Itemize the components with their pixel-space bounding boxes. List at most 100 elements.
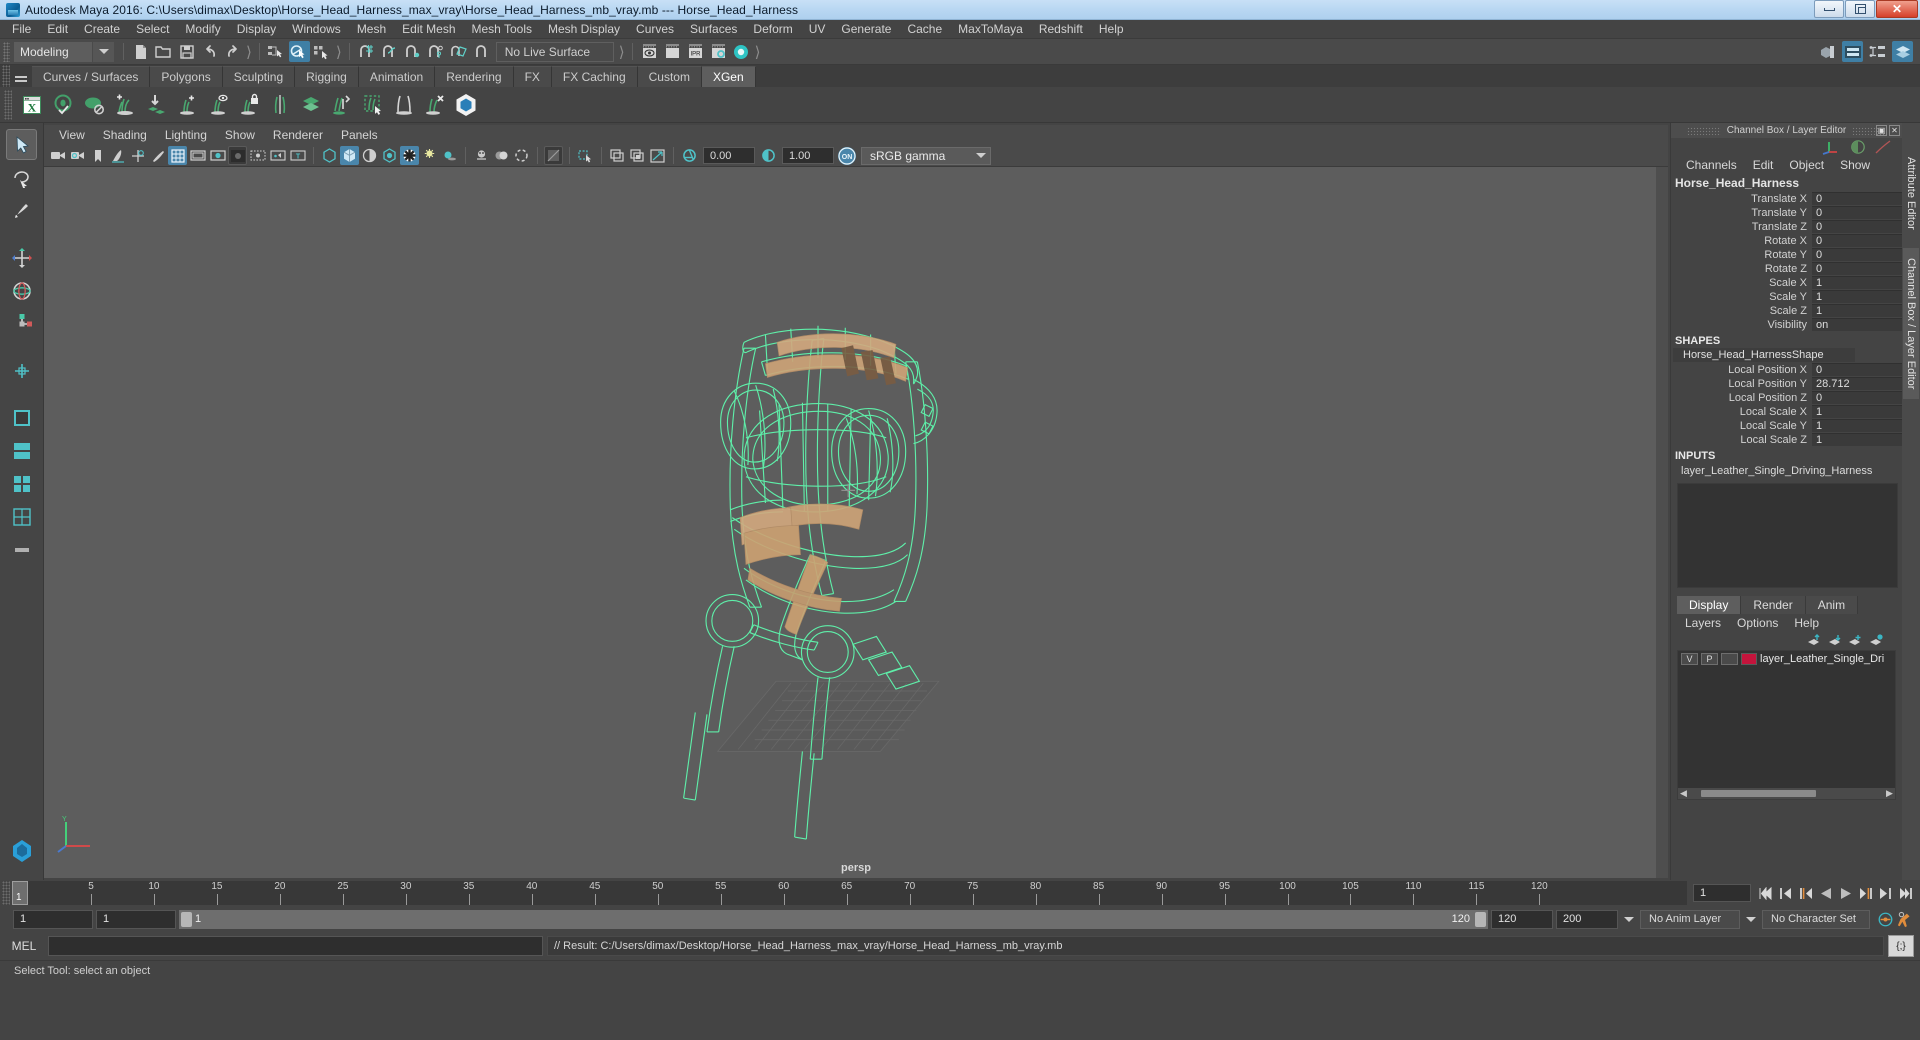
show-manipulator-icon[interactable] [1817, 41, 1838, 62]
select-tool[interactable] [6, 129, 37, 160]
play-backwards-icon[interactable] [1817, 885, 1834, 902]
grease-pencil-icon[interactable] [148, 146, 167, 165]
channel-attribute-row[interactable]: Translate X 0 [1671, 192, 1902, 205]
image-plane-icon[interactable] [108, 146, 127, 165]
scroll-thumb[interactable] [1701, 790, 1816, 797]
attr-value-field[interactable]: 0 [1812, 220, 1902, 233]
layer-menu-options[interactable]: Options [1731, 615, 1784, 631]
menu-item-help[interactable]: Help [1091, 20, 1132, 38]
panel-gripper[interactable] [1686, 126, 1721, 135]
move-layer-down-icon[interactable] [1827, 634, 1842, 647]
toolbar-collapse-bracket[interactable]: ⟩ [336, 43, 342, 61]
menu-item-curves[interactable]: Curves [628, 20, 682, 38]
attr-value-field[interactable]: 1 [1812, 433, 1902, 446]
channel-attribute-row[interactable]: Rotate X 0 [1671, 234, 1902, 247]
layer-color-swatch[interactable] [1741, 653, 1757, 665]
resolution-gate-icon[interactable] [208, 146, 227, 165]
undock-panel-button[interactable]: ▣ [1876, 125, 1887, 136]
attr-value-field[interactable]: 28.712 [1812, 377, 1902, 390]
use-all-lights-icon[interactable] [400, 146, 419, 165]
shape-attribute-row[interactable]: Local Position X 0 [1671, 363, 1902, 376]
display-layer-row[interactable]: V Player_Leather_Single_Dri [1678, 651, 1895, 665]
channel-box-menu-object[interactable]: Object [1782, 157, 1831, 173]
move-layer-up-icon[interactable] [1806, 633, 1821, 647]
anim-layer-selector[interactable]: No Anim Layer [1640, 909, 1740, 929]
viewport-menu-lighting[interactable]: Lighting [156, 126, 216, 144]
layout-four-pane-icon[interactable] [6, 468, 37, 499]
channel-attribute-row[interactable]: Scale Y 1 [1671, 290, 1902, 303]
xgen-part-icon[interactable] [264, 89, 295, 120]
layer-visibility-toggle[interactable]: V [1681, 653, 1698, 665]
scroll-right-arrow-icon[interactable]: ▶ [1884, 788, 1895, 799]
shelf-tab-xgen[interactable]: XGen [701, 66, 756, 87]
shape-attribute-row[interactable]: Local Position Z 0 [1671, 391, 1902, 404]
menu-item-modify[interactable]: Modify [177, 20, 228, 38]
xgen-layers-icon[interactable] [295, 89, 326, 120]
node-editor-icon[interactable] [1867, 41, 1888, 62]
xgen-place-icon[interactable] [140, 89, 171, 120]
layer-tab-display[interactable]: Display [1677, 596, 1742, 614]
attr-value-field[interactable]: 0 [1812, 206, 1902, 219]
menu-item-uv[interactable]: UV [801, 20, 834, 38]
create-layer-from-selected-icon[interactable] [1869, 633, 1884, 647]
snap-to-point-icon[interactable] [402, 41, 423, 62]
input-node-name[interactable]: layer_Leather_Single_Driving_Harness [1671, 463, 1902, 479]
shelf-tab-animation[interactable]: Animation [358, 66, 436, 87]
step-back-keyframe-icon[interactable] [1777, 885, 1794, 902]
menu-item-mesh-tools[interactable]: Mesh Tools [464, 20, 540, 38]
layer-playback-toggle[interactable]: P [1701, 653, 1718, 665]
menu-set-selector[interactable]: Modeling [14, 41, 114, 62]
range-start-field[interactable]: 1 [96, 909, 176, 929]
attr-value-field[interactable]: 0 [1812, 234, 1902, 247]
menu-set-dropdown-arrow[interactable] [92, 41, 114, 62]
gate-mask-icon[interactable] [228, 146, 247, 165]
safe-title-icon[interactable]: T [288, 146, 307, 165]
xgen-clump-icon[interactable] [388, 89, 419, 120]
layer-shading-toggle[interactable] [1721, 653, 1738, 665]
step-forward-keyframe-icon[interactable] [1877, 885, 1894, 902]
auto-keyframe-icon[interactable] [1877, 911, 1894, 928]
shelf-tab-rendering[interactable]: Rendering [435, 66, 514, 87]
mel-command-input[interactable] [48, 936, 543, 956]
range-left-handle[interactable] [181, 911, 192, 927]
grid-icon[interactable] [168, 146, 187, 165]
camera-attributes-icon[interactable] [68, 146, 87, 165]
channel-attribute-row[interactable]: Translate Y 0 [1671, 206, 1902, 219]
rotate-tool[interactable] [6, 275, 37, 306]
textured-icon[interactable] [380, 146, 399, 165]
anim-layer-dropdown-arrow[interactable] [1621, 916, 1637, 922]
layout-two-pane-icon[interactable] [6, 435, 37, 466]
channel-attribute-row[interactable]: Scale Z 1 [1671, 304, 1902, 317]
attribute-editor-icon[interactable] [1892, 41, 1913, 62]
close-panel-button[interactable]: ✕ [1889, 125, 1900, 136]
layer-name[interactable]: layer_Leather_Single_Dri [1760, 653, 1884, 665]
menu-item-windows[interactable]: Windows [284, 20, 349, 38]
attr-value-field[interactable]: 0 [1812, 391, 1902, 404]
gamma-icon[interactable] [759, 146, 778, 165]
channel-box-menu-show[interactable]: Show [1833, 157, 1877, 173]
shelf-tab-fx[interactable]: FX [513, 66, 552, 87]
render-settings-icon[interactable] [708, 41, 729, 62]
expand-view-icon[interactable] [648, 146, 667, 165]
animation-preferences-icon[interactable] [1897, 911, 1914, 928]
xgen-editor-icon[interactable]: X [16, 89, 47, 120]
render-view-icon[interactable] [639, 41, 660, 62]
shading-sphere-icon[interactable] [1850, 139, 1866, 155]
exposure-field[interactable]: 0.00 [703, 147, 755, 164]
character-set-selector[interactable]: No Character Set [1762, 909, 1870, 929]
select-hierarchy-icon[interactable] [266, 41, 287, 62]
screen-space-ao-icon[interactable] [440, 146, 459, 165]
undo-icon[interactable] [199, 41, 220, 62]
shape-attribute-row[interactable]: Local Scale Z 1 [1671, 433, 1902, 446]
range-slider-gripper[interactable] [2, 907, 10, 931]
attr-value-field[interactable]: 1 [1812, 304, 1902, 317]
shaded-wireframe-icon[interactable] [360, 146, 379, 165]
redo-icon[interactable] [222, 41, 243, 62]
input-curve-icon[interactable] [1874, 139, 1892, 155]
step-back-frame-icon[interactable] [1797, 885, 1814, 902]
layout-persp-icon[interactable] [6, 501, 37, 532]
hypershade-icon[interactable] [731, 41, 752, 62]
menu-item-select[interactable]: Select [128, 20, 177, 38]
motion-blur-icon[interactable] [472, 146, 491, 165]
menu-item-create[interactable]: Create [76, 20, 128, 38]
